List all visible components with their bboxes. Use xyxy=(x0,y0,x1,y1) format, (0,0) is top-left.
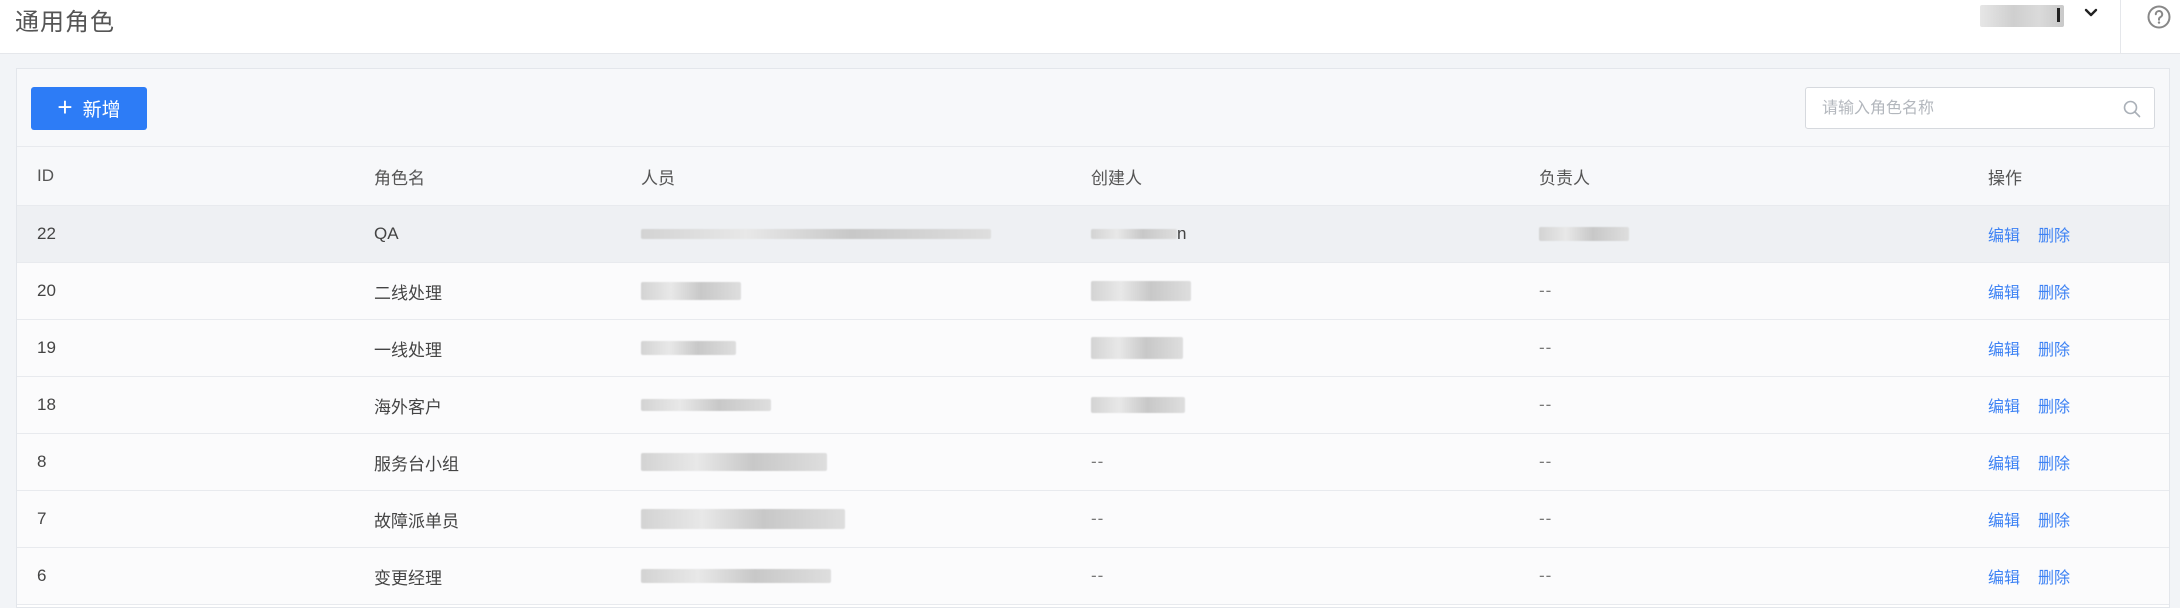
cell-members-redacted xyxy=(641,548,831,604)
cell-id: 20 xyxy=(37,281,56,300)
search-box[interactable] xyxy=(1805,87,2155,130)
table-row[interactable]: 7 故障派单员 -- -- 编辑 删除 xyxy=(17,491,2169,548)
chevron-down-icon[interactable] xyxy=(2080,2,2102,24)
table-row[interactable]: 6 变更经理 -- -- 编辑 删除 xyxy=(17,548,2169,605)
delete-link[interactable]: 删除 xyxy=(2038,393,2070,417)
cell-id: 22 xyxy=(37,224,56,243)
cell-id: 7 xyxy=(37,509,47,528)
cell-actions: 编辑 删除 xyxy=(1988,491,2070,547)
cell-role-name: 一线处理 xyxy=(374,340,442,360)
cell-role-name: QA xyxy=(374,224,399,243)
edit-link[interactable]: 编辑 xyxy=(1988,222,2020,246)
cell-actions: 编辑 删除 xyxy=(1988,548,2070,604)
column-header-members: 人员 xyxy=(641,168,675,188)
delete-link[interactable]: 删除 xyxy=(2038,336,2070,360)
roles-table: ID 角色名 人员 创建人 负责人 操作 22 QA n 编辑 删除 20 二线… xyxy=(17,147,2169,605)
column-header-role-name: 角色名 xyxy=(374,168,425,188)
search-icon[interactable] xyxy=(2122,99,2142,119)
delete-link[interactable]: 删除 xyxy=(2038,450,2070,474)
delete-link[interactable]: 删除 xyxy=(2038,279,2070,303)
add-role-label: 新增 xyxy=(82,100,121,121)
table-row[interactable]: 19 一线处理 -- 编辑 删除 xyxy=(17,320,2169,377)
page-title: 通用角色 xyxy=(15,9,115,36)
edit-link[interactable]: 编辑 xyxy=(1988,450,2020,474)
delete-link[interactable]: 删除 xyxy=(2038,222,2070,246)
cell-owner: -- xyxy=(1539,281,1553,300)
cell-actions: 编辑 删除 xyxy=(1988,206,2070,262)
cell-actions: 编辑 删除 xyxy=(1988,377,2070,433)
cell-id: 18 xyxy=(37,395,56,414)
cell-owner: -- xyxy=(1539,566,1553,585)
plus-icon: + xyxy=(57,92,73,122)
cell-role-name: 变更经理 xyxy=(374,568,442,588)
table-row[interactable]: 20 二线处理 -- 编辑 删除 xyxy=(17,263,2169,320)
column-header-actions: 操作 xyxy=(1988,168,2022,188)
cell-members-redacted xyxy=(641,377,771,433)
cell-members-redacted xyxy=(641,491,845,547)
cell-creator-redacted xyxy=(1091,320,1183,376)
cell-role-name: 海外客户 xyxy=(374,397,442,417)
cell-id: 19 xyxy=(37,338,56,357)
question-circle-icon[interactable] xyxy=(2146,4,2172,30)
header-divider xyxy=(2120,0,2121,54)
search-input[interactable] xyxy=(1820,88,2114,130)
cell-actions: 编辑 删除 xyxy=(1988,320,2070,376)
cell-creator-redacted xyxy=(1091,377,1185,433)
creator-suffix: n xyxy=(1177,224,1187,243)
cell-creator: -- xyxy=(1091,509,1105,528)
cell-members-redacted xyxy=(641,320,736,376)
cell-creator: n xyxy=(1091,206,1186,262)
cell-id: 6 xyxy=(37,566,47,585)
cell-creator: -- xyxy=(1091,452,1105,471)
column-header-id: ID xyxy=(37,166,54,185)
cell-role-name: 服务台小组 xyxy=(374,454,459,474)
user-name-redacted[interactable] xyxy=(1980,5,2064,27)
user-name-redacted-tail xyxy=(2057,8,2060,22)
roles-panel: + 新增 ID 角色名 人员 创建人 负责人 操作 22 QA n xyxy=(16,68,2170,608)
edit-link[interactable]: 编辑 xyxy=(1988,279,2020,303)
edit-link[interactable]: 编辑 xyxy=(1988,564,2020,588)
cell-members-redacted xyxy=(641,206,991,262)
delete-link[interactable]: 删除 xyxy=(2038,564,2070,588)
cell-owner: -- xyxy=(1539,395,1553,414)
column-header-owner: 负责人 xyxy=(1539,168,1590,188)
cell-owner-redacted xyxy=(1539,206,1629,262)
cell-owner: -- xyxy=(1539,509,1553,528)
table-header: ID 角色名 人员 创建人 负责人 操作 xyxy=(17,147,2169,206)
cell-members-redacted xyxy=(641,434,827,490)
column-header-creator: 创建人 xyxy=(1091,168,1142,188)
delete-link[interactable]: 删除 xyxy=(2038,507,2070,531)
table-row[interactable]: 22 QA n 编辑 删除 xyxy=(17,206,2169,263)
cell-actions: 编辑 删除 xyxy=(1988,434,2070,490)
toolbar: + 新增 xyxy=(17,69,2169,147)
table-row[interactable]: 8 服务台小组 -- -- 编辑 删除 xyxy=(17,434,2169,491)
cell-creator: -- xyxy=(1091,566,1105,585)
edit-link[interactable]: 编辑 xyxy=(1988,393,2020,417)
cell-actions: 编辑 删除 xyxy=(1988,263,2070,319)
cell-role-name: 二线处理 xyxy=(374,283,442,303)
table-row[interactable]: 18 海外客户 -- 编辑 删除 xyxy=(17,377,2169,434)
page-header: 通用角色 xyxy=(0,0,2180,54)
add-role-button[interactable]: + 新增 xyxy=(31,87,147,130)
cell-id: 8 xyxy=(37,452,47,471)
edit-link[interactable]: 编辑 xyxy=(1988,507,2020,531)
cell-owner: -- xyxy=(1539,338,1553,357)
cell-role-name: 故障派单员 xyxy=(374,511,459,531)
edit-link[interactable]: 编辑 xyxy=(1988,336,2020,360)
cell-members-redacted xyxy=(641,263,741,319)
cell-creator-redacted xyxy=(1091,263,1191,319)
cell-owner: -- xyxy=(1539,452,1553,471)
